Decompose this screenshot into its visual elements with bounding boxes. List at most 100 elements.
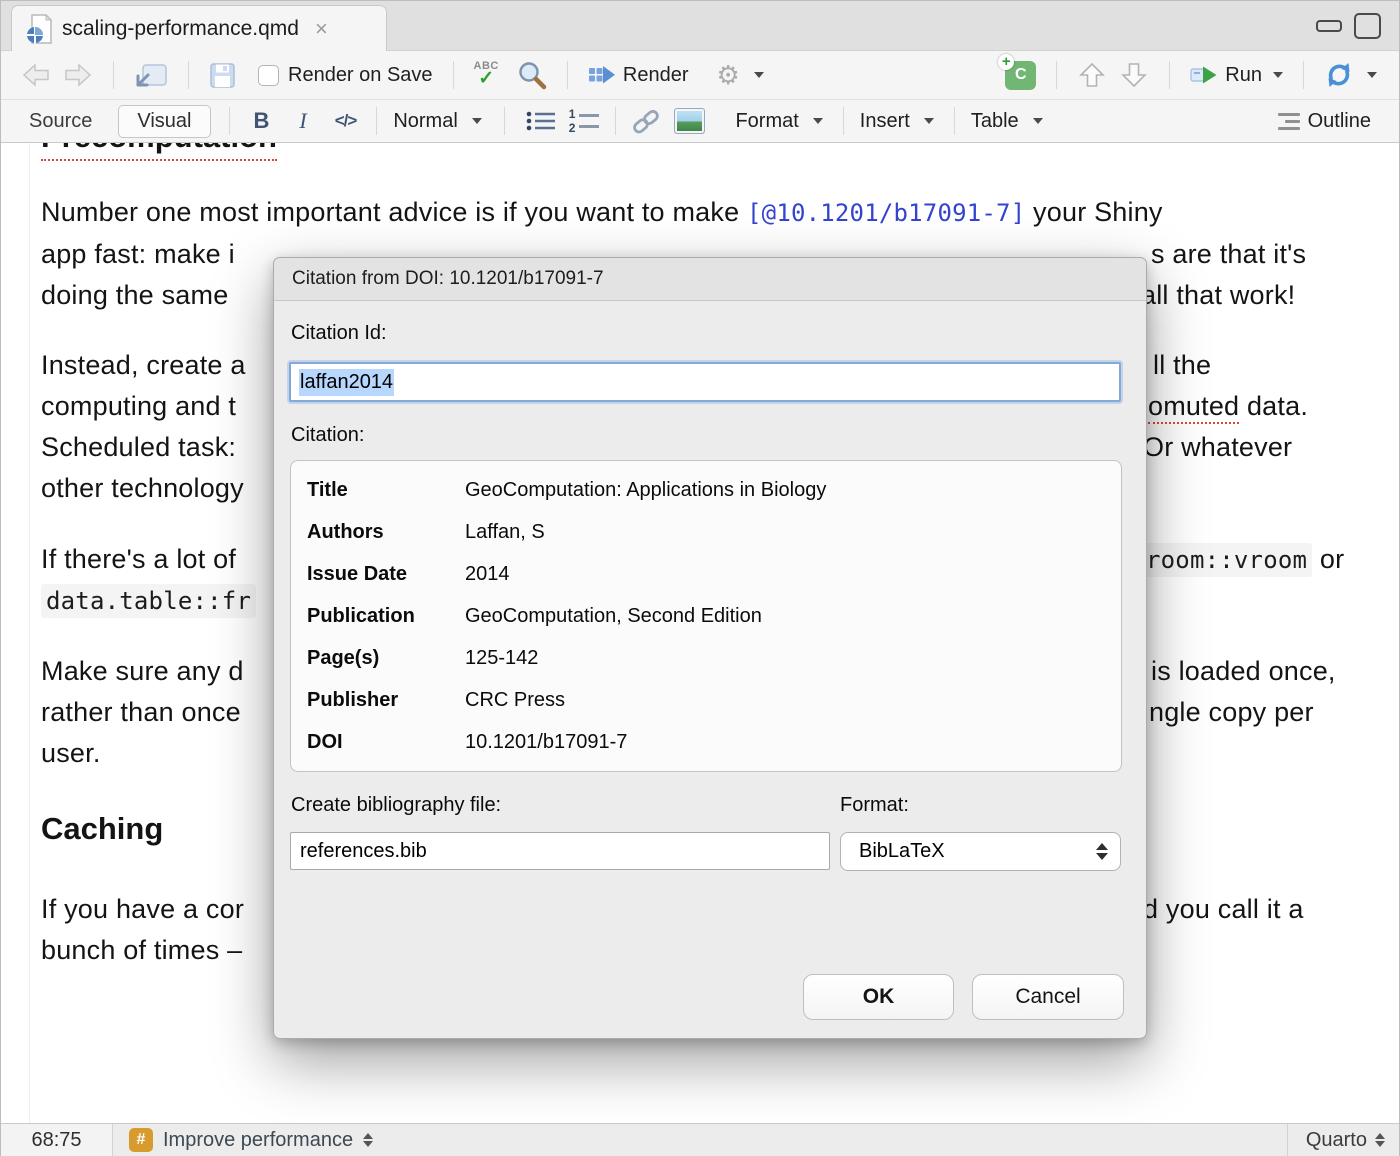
cancel-button[interactable]: Cancel	[972, 974, 1124, 1020]
numbered-list-icon[interactable]: 1 2	[569, 108, 600, 134]
plus-icon: +	[998, 54, 1014, 70]
section-title: Improve performance	[163, 1129, 353, 1152]
run-button[interactable]: Run	[1190, 63, 1283, 87]
render-options-button[interactable]: ⚙	[717, 62, 764, 88]
heading-caching: Caching	[41, 811, 163, 847]
render-on-save[interactable]: Render on Save	[258, 64, 433, 87]
tab-source[interactable]: Source	[29, 110, 92, 133]
divider	[376, 107, 377, 135]
detail-row-publisher: Publisher CRC Press	[307, 679, 1105, 721]
window-controls	[1316, 13, 1381, 39]
divider	[504, 107, 505, 135]
render-button[interactable]: Render	[588, 64, 689, 87]
ok-button[interactable]: OK	[803, 974, 954, 1020]
run-next-chunk-icon[interactable]	[1119, 61, 1149, 89]
bullet-list-icon[interactable]	[525, 109, 557, 133]
heading-hash-icon: #	[129, 1128, 153, 1152]
insert-menu[interactable]: Insert	[860, 110, 934, 133]
paragraph-style-dropdown[interactable]: Normal	[393, 110, 481, 133]
run-label: Run	[1225, 64, 1262, 87]
divider	[188, 61, 189, 89]
divider	[843, 107, 844, 135]
doc-paragraph-line: is loaded once,	[1151, 656, 1336, 687]
doc-paragraph-line: Instead, create a	[41, 350, 246, 381]
mode-arrows-icon	[1375, 1133, 1385, 1147]
citation-details: Title GeoComputation: Applications in Bi…	[290, 460, 1122, 772]
citation-label: Citation:	[291, 424, 364, 447]
image-icon[interactable]	[674, 108, 705, 134]
tab-close-icon[interactable]: ×	[315, 16, 328, 42]
spellcheck-icon[interactable]: ABC ✓	[474, 61, 499, 88]
gutter-divider	[29, 143, 30, 1123]
detail-row-doi: DOI 10.1201/b17091-7	[307, 721, 1105, 763]
format-menu[interactable]: Format	[735, 110, 822, 133]
heading-precomputation: Precomputation	[41, 143, 277, 161]
doc-paragraph-line: other technology	[41, 473, 244, 504]
chevron-down-icon	[1367, 72, 1377, 78]
doc-paragraph-line: user.	[41, 738, 101, 769]
divider	[229, 107, 230, 135]
outline-label: Outline	[1308, 110, 1371, 133]
outline-toggle[interactable]: Outline	[1278, 110, 1371, 133]
divider	[954, 107, 955, 135]
tab-strip: scaling-performance.qmd ×	[1, 1, 1399, 51]
divider	[1056, 61, 1057, 89]
mode-selector[interactable]: Quarto	[1287, 1124, 1399, 1156]
doc-paragraph-line: Scheduled task:	[41, 432, 236, 463]
divider	[1169, 61, 1170, 89]
render-on-save-checkbox[interactable]	[258, 65, 279, 86]
main-toolbar: Render on Save ABC ✓ Render	[1, 51, 1399, 100]
bibliography-file-input[interactable]: references.bib	[290, 832, 830, 870]
inline-code: room::vroom	[1141, 543, 1312, 577]
section-navigator[interactable]: # Improve performance	[113, 1128, 373, 1152]
tab-scaling-performance[interactable]: scaling-performance.qmd ×	[11, 5, 387, 51]
source-on-save-button[interactable]	[1324, 61, 1377, 89]
status-bar: 68:75 # Improve performance Quarto	[1, 1123, 1399, 1156]
citation-link[interactable]: [@10.1201/b17091-7]	[747, 199, 1025, 227]
divider	[615, 107, 616, 135]
detail-row-issue-date: Issue Date 2014	[307, 553, 1105, 595]
maximize-icon[interactable]	[1354, 13, 1381, 39]
doc-paragraph-line: ll the	[1153, 350, 1211, 381]
gear-icon: ⚙	[717, 62, 740, 88]
format-select[interactable]: BibLaTeX	[840, 832, 1121, 871]
back-icon[interactable]	[21, 62, 51, 88]
link-icon[interactable]	[630, 108, 662, 134]
render-label: Render	[623, 64, 689, 87]
detail-row-pages: Page(s) 125-142	[307, 637, 1105, 679]
citation-id-label: Citation Id:	[291, 322, 387, 345]
search-icon[interactable]	[517, 60, 547, 90]
doc-paragraph-line: all that work!	[1141, 280, 1295, 311]
divider	[113, 61, 114, 89]
doc-paragraph-line: Number one most important advice is if y…	[41, 197, 1163, 228]
code-button[interactable]: </>	[335, 111, 357, 131]
misspelled-word: omuted	[1148, 391, 1239, 424]
doc-paragraph-line: d you call it a	[1143, 894, 1304, 925]
citation-id-input[interactable]: laffan2014	[289, 362, 1121, 402]
insert-chunk-button[interactable]: C +	[1005, 61, 1036, 90]
open-in-new-window-icon[interactable]	[134, 61, 168, 89]
bold-button[interactable]: B	[254, 108, 270, 134]
doc-paragraph-line: rather than once	[41, 697, 241, 728]
doc-paragraph-line: s are that it's	[1151, 239, 1306, 270]
doc-paragraph-line: If you have a cor	[41, 894, 244, 925]
tab-title: scaling-performance.qmd	[62, 17, 299, 41]
save-icon[interactable]	[209, 62, 236, 89]
table-menu[interactable]: Table	[971, 110, 1043, 133]
rstudio-window: scaling-performance.qmd ×	[0, 0, 1400, 1156]
run-previous-chunks-icon[interactable]	[1077, 61, 1107, 89]
tab-visual[interactable]: Visual	[118, 105, 210, 138]
detail-row-publication: Publication GeoComputation, Second Editi…	[307, 595, 1105, 637]
divider	[453, 61, 454, 89]
doc-paragraph-line: doing the same	[41, 280, 228, 311]
outline-icon	[1278, 113, 1300, 130]
italic-button[interactable]: I	[299, 108, 306, 134]
minimize-icon[interactable]	[1316, 20, 1342, 32]
chevron-down-icon	[754, 72, 764, 78]
chevron-down-icon	[1033, 118, 1043, 124]
run-icon	[1190, 63, 1218, 87]
doc-paragraph-line: app fast: make i	[41, 239, 235, 270]
detail-row-title: Title GeoComputation: Applications in Bi…	[307, 469, 1105, 511]
forward-icon[interactable]	[63, 62, 93, 88]
chevron-down-icon	[472, 118, 482, 124]
